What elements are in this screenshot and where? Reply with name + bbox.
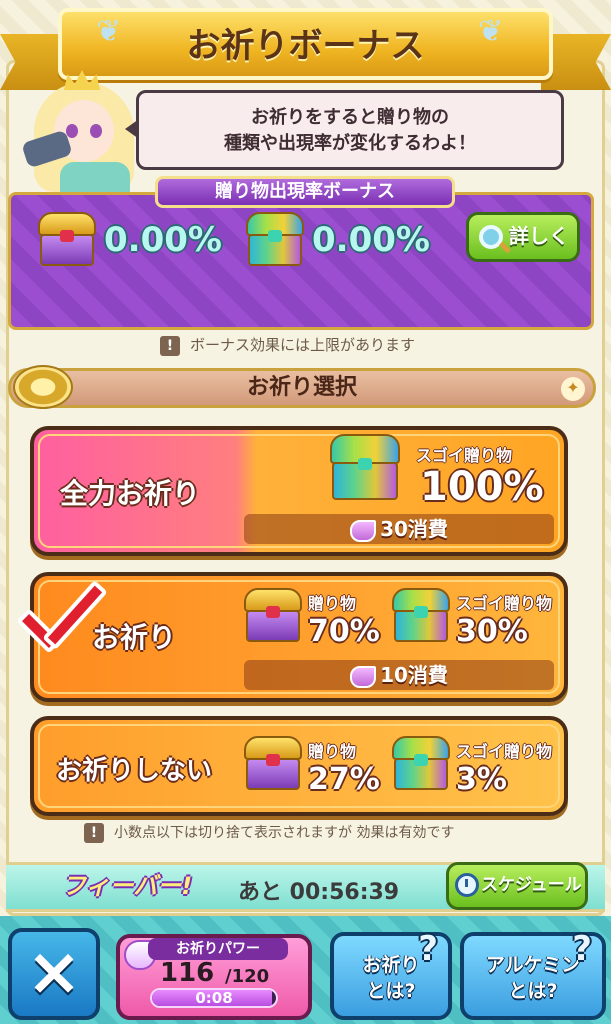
speech-line-1: お祈りをすると贈り物の bbox=[251, 107, 449, 128]
option-full-prayer[interactable]: 全力お祈り スゴイ贈り物 100% 30消費 bbox=[30, 426, 568, 556]
super-gift-label: スゴイ贈り物 bbox=[416, 446, 513, 465]
prayer-power-tag: お祈りパワー bbox=[148, 938, 288, 960]
speech-line-2: 種類や出現率が変化するわよ！ bbox=[224, 133, 476, 154]
gift-bonus-rate: 0.00% bbox=[104, 220, 222, 260]
option-label: 全力お祈り bbox=[60, 477, 201, 510]
question-icon: ? bbox=[418, 929, 438, 969]
details-button-label: 詳しく bbox=[509, 224, 569, 248]
prayer-help-button[interactable]: ? お祈り とは? bbox=[330, 932, 452, 1020]
option-label: お祈り bbox=[92, 621, 177, 654]
super-gift-chest-icon bbox=[330, 434, 400, 500]
super-gift-chest-icon bbox=[246, 212, 304, 266]
gift-chest-icon bbox=[244, 588, 302, 642]
gift-percent: 70% bbox=[308, 614, 380, 649]
close-button[interactable]: × bbox=[8, 928, 100, 1020]
super-gift-chest-icon bbox=[392, 736, 450, 790]
gift-label: 贈り物 bbox=[308, 742, 357, 761]
close-icon: × bbox=[26, 933, 82, 1010]
arrow-decoration-icon: ✦ bbox=[561, 377, 585, 401]
gift-percent: 27% bbox=[308, 762, 380, 797]
truncation-notice: ! 小数点以下は切り捨て表示されますが 効果は有効です bbox=[84, 822, 454, 843]
warning-icon: ! bbox=[84, 823, 104, 843]
prayer-power-max: /120 bbox=[225, 966, 270, 987]
gift-chest-icon bbox=[244, 736, 302, 790]
speech-bubble: お祈りをすると贈り物の 種類や出現率が変化するわよ！ bbox=[125, 90, 564, 170]
fever-logo: フィーバー! bbox=[62, 872, 193, 900]
selected-checkmark-icon bbox=[8, 579, 108, 658]
option-prayer[interactable]: お祈り 贈り物 70% スゴイ贈り物 30% 10消費 bbox=[30, 572, 568, 702]
super-gift-percent: 100% bbox=[420, 464, 544, 510]
magnifier-icon bbox=[479, 225, 503, 249]
option-no-prayer[interactable]: お祈りしない 贈り物 27% スゴイ贈り物 3% bbox=[30, 716, 568, 816]
section-title: お祈り選択 bbox=[246, 375, 357, 400]
super-gift-percent: 30% bbox=[456, 614, 528, 649]
crown-icon bbox=[64, 70, 100, 90]
alchemin-help-button[interactable]: ? アルケミン とは? bbox=[460, 932, 606, 1020]
bonus-limit-notice: ! ボーナス効果には上限があります bbox=[160, 334, 415, 356]
super-gift-percent: 3% bbox=[456, 762, 507, 797]
bonus-panel-header: 贈り物出現率ボーナス bbox=[155, 176, 455, 208]
gift-chest-icon bbox=[38, 212, 96, 266]
prayer-wing-icon bbox=[350, 665, 377, 688]
prayer-power-recovery-timer: 0:08 bbox=[195, 989, 233, 1007]
stopwatch-icon bbox=[455, 873, 479, 897]
cost-bar: 10消費 bbox=[244, 660, 554, 690]
prayer-wing-icon bbox=[350, 519, 377, 542]
question-icon: ? bbox=[572, 929, 592, 969]
schedule-button-label: スケジュール bbox=[481, 875, 582, 895]
schedule-button[interactable]: スケジュール bbox=[446, 862, 588, 910]
option-label: お祈りしない bbox=[56, 756, 213, 786]
fever-remaining-time: あと 00:56:39 bbox=[238, 880, 400, 905]
super-gift-label: スゴイ贈り物 bbox=[456, 594, 553, 613]
page-title: お祈りボーナス bbox=[186, 26, 425, 66]
gift-label: 贈り物 bbox=[308, 594, 357, 613]
super-gift-bonus-rate: 0.00% bbox=[312, 220, 430, 260]
cost-bar: 30消費 bbox=[244, 514, 554, 544]
details-button[interactable]: 詳しく bbox=[466, 212, 580, 262]
warning-icon: ! bbox=[160, 335, 180, 356]
moon-emblem-icon bbox=[13, 365, 73, 409]
super-gift-chest-icon bbox=[392, 588, 450, 642]
prayer-power-value: 116 bbox=[160, 958, 215, 988]
super-gift-label: スゴイ贈り物 bbox=[456, 742, 553, 761]
prayer-select-header: お祈り選択 ✦ bbox=[8, 365, 596, 409]
